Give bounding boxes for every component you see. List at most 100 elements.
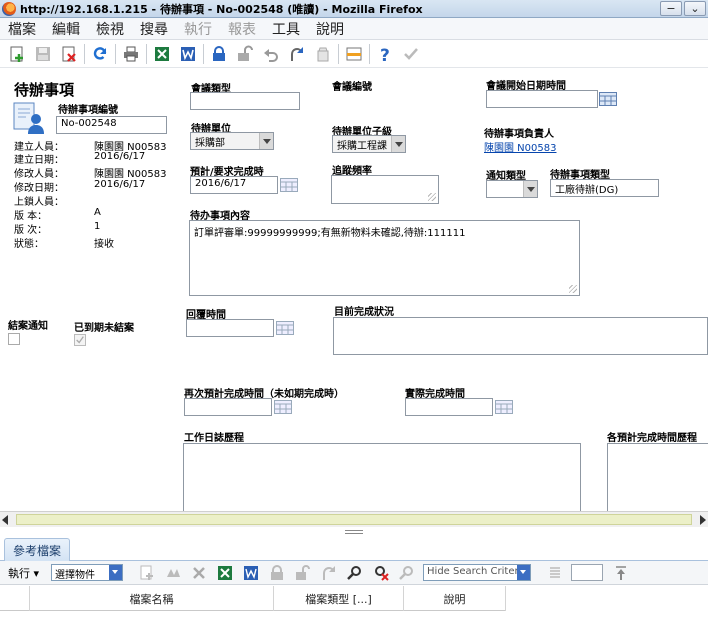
grid-header: 檔案名稱 檔案類型 [...] 說明 [0, 586, 506, 611]
form-heading: 待辦事項 [14, 81, 75, 99]
menu-search[interactable]: 搜尋 [140, 19, 168, 39]
calendar-icon[interactable] [274, 400, 292, 414]
unlock-icon[interactable] [234, 43, 256, 65]
calendar-icon[interactable] [495, 400, 513, 414]
menu-help[interactable]: 說明 [316, 19, 344, 39]
window-title: http://192.168.1.215 - 待辦事項 - No-002548 … [20, 2, 423, 16]
work-log-label: 工作日誌歷程 [184, 433, 244, 444]
tab-reference-files[interactable]: 參考檔案 [4, 538, 71, 561]
sort-icon[interactable] [611, 563, 631, 583]
content-textarea[interactable]: 訂單評審單:99999999999;有無新物料未確認,待辦:111111 [189, 220, 580, 296]
close-notice-checkbox[interactable] [8, 333, 20, 345]
word-icon[interactable] [177, 43, 199, 65]
calendar-icon[interactable] [280, 178, 298, 192]
remove-icon[interactable] [189, 563, 209, 583]
lock-icon[interactable] [208, 43, 230, 65]
unlock-icon[interactable] [293, 563, 313, 583]
redo-icon[interactable] [319, 563, 339, 583]
re-due-field[interactable] [184, 398, 272, 416]
menu-tools[interactable]: 工具 [272, 19, 300, 39]
minimize-button[interactable]: − [660, 1, 682, 16]
due-history-area[interactable] [607, 443, 708, 511]
menu-edit[interactable]: 編輯 [52, 19, 80, 39]
actual-done-field[interactable] [405, 398, 493, 416]
meeting-start-field[interactable] [486, 90, 598, 108]
meeting-no-label: 會議編號 [332, 82, 372, 93]
page-input[interactable] [571, 564, 604, 581]
resize-handle[interactable] [428, 193, 436, 201]
notify-type-select[interactable] [486, 180, 538, 198]
info-label: 版 本： [14, 211, 48, 222]
move-icon[interactable] [163, 563, 183, 583]
menu-execute[interactable]: 執行 [184, 19, 212, 39]
menu-view[interactable]: 檢視 [96, 19, 124, 39]
meeting-type-field[interactable] [190, 92, 300, 110]
layout-icon[interactable] [343, 43, 365, 65]
track-freq-field[interactable] [331, 175, 439, 204]
menu-report[interactable]: 報表 [228, 19, 256, 39]
column-header[interactable]: 檔案名稱 [30, 586, 274, 611]
panel-splitter[interactable] [0, 527, 708, 535]
redo-icon[interactable] [286, 43, 308, 65]
execute-menu[interactable]: 執行 ▾ [8, 565, 39, 581]
owner-link[interactable]: 陳園園 N00583 [484, 139, 556, 154]
overdue-checkbox[interactable] [74, 334, 86, 346]
info-value: 接收 [94, 239, 114, 250]
column-header[interactable]: 檔案類型 [...] [274, 586, 404, 611]
reply-time-field[interactable] [186, 319, 274, 337]
lock-icon[interactable] [267, 563, 287, 583]
info-value: 2016/6/17 [94, 179, 146, 190]
scroll-thumb[interactable] [16, 514, 692, 525]
excel-icon[interactable] [215, 563, 235, 583]
search-criteria-value: Hide Search Criteria [427, 566, 528, 577]
chevron-down-icon [259, 133, 273, 149]
resize-handle[interactable] [569, 285, 577, 293]
todo-unit-select[interactable]: 採購部 [190, 132, 274, 150]
due-history-label: 各預計完成時間歷程 [607, 433, 697, 444]
print-icon[interactable] [120, 43, 142, 65]
word-icon[interactable] [241, 563, 261, 583]
svg-text:?: ? [380, 46, 390, 63]
check-icon[interactable] [400, 43, 422, 65]
save-icon[interactable] [32, 43, 54, 65]
page-icon[interactable] [545, 563, 565, 583]
todo-type-field[interactable]: 工廠待辦(DG) [550, 179, 659, 197]
info-label: 狀態： [14, 239, 44, 250]
bottom-tabs: 參考檔案 [0, 535, 708, 561]
search-disabled-icon[interactable] [397, 563, 417, 583]
attachment-grid: 檔案名稱 檔案類型 [...] 說明 [0, 586, 708, 626]
dropdown-button[interactable]: ⌄ [684, 1, 706, 16]
calendar-icon[interactable] [276, 321, 294, 335]
info-value: 1 [94, 221, 101, 232]
clear-icon[interactable] [312, 43, 334, 65]
due-field[interactable]: 2016/6/17 [190, 176, 278, 194]
new-icon[interactable] [6, 43, 28, 65]
todo-unit-value: 採購部 [195, 138, 225, 149]
excel-icon[interactable] [151, 43, 173, 65]
search-criteria-select[interactable]: Hide Search Criteria [423, 564, 532, 581]
refresh-icon[interactable] [89, 43, 111, 65]
number-field[interactable]: No-002548 [56, 116, 167, 134]
chevron-down-icon [517, 565, 531, 580]
delete-icon[interactable] [58, 43, 80, 65]
scroll-right-icon[interactable] [700, 515, 706, 525]
todo-form: 待辦事項 待辦事項編號 No-002548 建立人員： 陳園園 N00583 建… [0, 69, 708, 511]
search-icon[interactable] [345, 563, 365, 583]
work-log-area[interactable] [183, 443, 581, 511]
owner-label: 待辦事項負責人 [484, 129, 554, 140]
overdue-label: 已到期未結案 [74, 323, 134, 334]
menu-file[interactable]: 檔案 [8, 19, 36, 39]
add-file-icon[interactable] [137, 563, 157, 583]
undo-icon[interactable] [260, 43, 282, 65]
calendar-icon[interactable] [599, 92, 617, 106]
todo-subunit-select[interactable]: 採購工程課 [332, 135, 406, 153]
help-icon[interactable]: ? [374, 43, 396, 65]
firefox-icon [2, 1, 16, 16]
horizontal-scrollbar[interactable] [0, 511, 708, 527]
scroll-left-icon[interactable] [2, 515, 8, 525]
clear-search-icon[interactable] [371, 563, 391, 583]
info-label: 上鎖人員： [14, 197, 64, 208]
current-status-area[interactable] [333, 317, 708, 355]
column-header[interactable]: 說明 [404, 586, 506, 611]
object-select[interactable]: 選擇物件 [51, 564, 124, 581]
